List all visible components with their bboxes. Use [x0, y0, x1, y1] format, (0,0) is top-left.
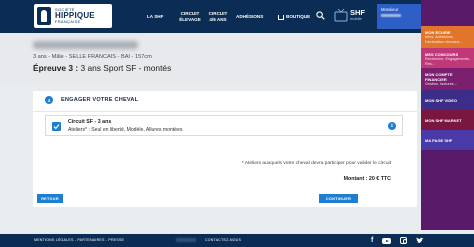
user-account-button[interactable]: Monsieur: [377, 4, 421, 29]
shf-tv-icon[interactable]: [334, 8, 348, 24]
amount-total: Montant : 20 € TTC: [343, 176, 391, 182]
nav-boutique[interactable]: BOUTIQUE: [278, 0, 310, 33]
side-item-shf-market[interactable]: MON SHF MARKET: [421, 110, 474, 130]
user-greeting: Monsieur: [381, 7, 399, 12]
option-description: Ateliers* : Seul en liberté, Modèle, All…: [68, 127, 183, 133]
side-item-title: MON SHF MARKET: [425, 117, 462, 123]
info-icon[interactable]: i: [388, 122, 396, 130]
nav-adhesions[interactable]: ADHÉSIONS: [236, 0, 263, 33]
shf-label-sub: mobile: [350, 15, 362, 21]
option-title: Circuit SF - 3 ans: [68, 119, 112, 125]
side-item-compte-financier[interactable]: MON COMPTE FINANCIER Gestion, factures..…: [421, 68, 474, 90]
checkmark-icon: [53, 124, 60, 130]
side-item-ma-page-shf[interactable]: MA PAGE SHF: [421, 130, 474, 150]
social-links: f: [371, 236, 424, 245]
divider: [33, 111, 417, 112]
step-header: 4 ENGAGER VOTRE CHEVAL: [45, 96, 138, 104]
horse-name-blurred: [33, 41, 138, 49]
horse-epreuve: Épreuve 3 : 3 ans Sport SF - montés: [33, 63, 171, 73]
shop-icon: [278, 15, 284, 20]
nav-circuit-4-6-ans[interactable]: CIRCUIT 4/6 ANS: [207, 0, 229, 33]
shf-logo[interactable]: SOCIÉTÉ HIPPIQUE FRANÇAISE: [34, 4, 112, 28]
horse-summary: 3 ans - Mâle - SELLE FRANCAIS - BAI - 15…: [0, 33, 421, 82]
facebook-icon[interactable]: f: [371, 236, 373, 245]
search-icon[interactable]: [316, 11, 325, 20]
step-number-badge: 4: [45, 96, 53, 104]
side-item-mon-ecurie[interactable]: MON ÉCURIE Infos, Adhésions, Déclaration…: [421, 26, 474, 48]
footer-contact-link[interactable]: CONTACTEZ-NOUS: [205, 238, 241, 242]
continue-button[interactable]: CONTINUER: [319, 194, 358, 203]
ateliers-note: * Ateliers auxquels votre cheval devra p…: [241, 161, 391, 166]
account-side-menu: MON ÉCURIE Infos, Adhésions, Déclaration…: [421, 0, 474, 230]
epreuve-label: Épreuve 3 :: [33, 63, 79, 73]
instagram-icon[interactable]: [400, 237, 408, 244]
back-button[interactable]: RETOUR: [37, 194, 63, 203]
side-item-sub: Gestion, factures...: [425, 82, 457, 86]
twitter-icon[interactable]: [416, 237, 424, 244]
nav-boutique-label: BOUTIQUE: [286, 13, 311, 19]
nav-la-shf[interactable]: LA SHF: [147, 0, 163, 33]
side-item-mes-concours[interactable]: MES CONCOURS Recherche, Engagements, Rés…: [421, 48, 474, 68]
horse-meta: 3 ans - Mâle - SELLE FRANCAIS - BAI - 15…: [33, 54, 152, 60]
side-item-sub: Infos, Adhésions, Déclaration chevaux...: [425, 35, 463, 44]
engagement-panel: 4 ENGAGER VOTRE CHEVAL Circuit SF - 3 an…: [33, 91, 417, 207]
side-item-title: MA PAGE SHF: [425, 137, 453, 143]
shf-mobile-link[interactable]: SHF mobile: [350, 9, 365, 21]
side-item-shf-video[interactable]: MON SHF VIDEO: [421, 90, 474, 110]
circuit-option[interactable]: Circuit SF - 3 ans Ateliers* : Seul en l…: [45, 115, 403, 136]
logo-line-3: FRANÇAISE: [55, 19, 81, 24]
footer: MENTIONS LÉGALES - PARTENAIRES - PRESSE …: [0, 234, 474, 247]
youtube-icon[interactable]: [382, 238, 392, 244]
side-item-title: MON COMPTE FINANCIER: [425, 72, 453, 82]
side-item-title: MON SHF VIDEO: [425, 97, 458, 103]
user-name-blurred: [381, 14, 401, 18]
horse-logo-icon: [37, 7, 51, 25]
step-title: ENGAGER VOTRE CHEVAL: [61, 97, 139, 103]
side-item-sub: Recherche, Engagements, Rés...: [425, 57, 470, 66]
circuit-checkbox[interactable]: [52, 122, 61, 131]
nav-circuit-elevage[interactable]: CIRCUIT ÉLEVAGE: [176, 0, 204, 33]
epreuve-value: 3 ans Sport SF - montés: [78, 63, 172, 73]
footer-legal-links[interactable]: MENTIONS LÉGALES - PARTENAIRES - PRESSE: [34, 238, 124, 242]
top-navigation-bar: SOCIÉTÉ HIPPIQUE FRANÇAISE LA SHF CIRCUI…: [0, 0, 474, 33]
footer-blurred-link: [176, 238, 196, 242]
